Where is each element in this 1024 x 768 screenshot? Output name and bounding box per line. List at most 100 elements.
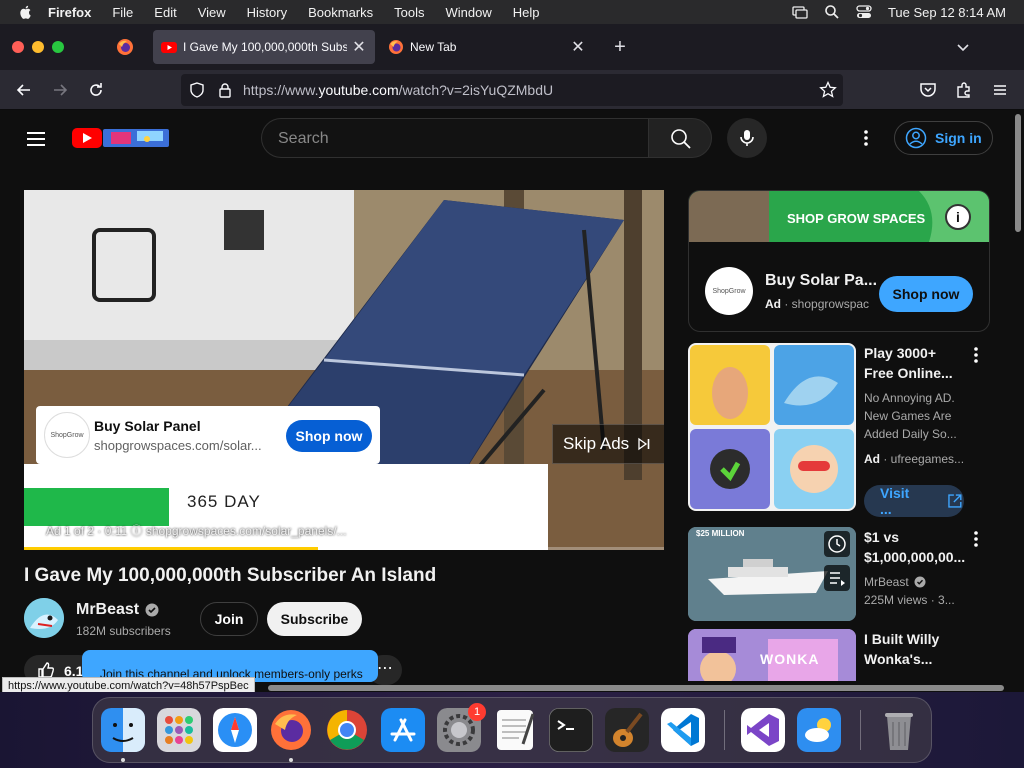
spotlight-search-icon[interactable] <box>824 4 840 20</box>
recommendation-thumbnail[interactable]: $25 MILLION <box>688 527 856 621</box>
pinned-firefox-tab-icon[interactable] <box>116 38 134 56</box>
sidebar-ad-banner-text: SHOP GROW SPACES <box>787 211 926 226</box>
dock-safari-icon[interactable] <box>213 708 257 752</box>
forward-arrow-icon[interactable] <box>50 80 70 100</box>
lock-icon[interactable] <box>217 82 233 98</box>
player-ad-card[interactable]: ShopGrow Buy Solar Panel shopgrowspaces.… <box>36 406 380 464</box>
recommendation-thumbnail[interactable]: WONKA <box>688 629 856 681</box>
dock-running-indicator <box>289 758 293 762</box>
skip-ads-button[interactable]: Skip Ads <box>552 424 664 464</box>
tab-close-icon[interactable]: ✕ <box>566 35 590 59</box>
dock-weather-icon[interactable] <box>797 708 841 752</box>
recommendation-ad-line: Ad · ufreegames... <box>864 450 976 468</box>
dock-terminal-icon[interactable] <box>549 708 593 752</box>
sidebar-ad-banner[interactable]: SHOP GROW SPACES i <box>689 191 989 242</box>
dock-separator <box>724 710 725 750</box>
tab-youtube-video[interactable]: I Gave My 100,000,000th Subsc ✕ <box>153 30 375 64</box>
page-vertical-scrollbar[interactable] <box>1012 110 1024 692</box>
menu-view[interactable]: View <box>198 5 226 20</box>
menu-file[interactable]: File <box>112 5 133 20</box>
system-settings-badge: 1 <box>468 703 486 721</box>
pocket-icon[interactable] <box>918 80 938 100</box>
guide-menu-icon[interactable] <box>24 127 48 151</box>
more-vert-icon[interactable] <box>970 529 982 549</box>
dock-garageband-icon[interactable] <box>605 708 649 752</box>
menu-help[interactable]: Help <box>513 5 540 20</box>
advertiser-logo: ShopGrow <box>705 267 753 315</box>
menu-history[interactable]: History <box>247 5 287 20</box>
sign-in-label: Sign in <box>935 130 982 146</box>
ad-info-icon[interactable]: ⓘ <box>131 524 146 538</box>
back-arrow-icon[interactable] <box>14 80 34 100</box>
recommendation-item-wonka[interactable]: WONKA I Built Willy Wonka's... <box>688 629 988 681</box>
app-menu-hamburger-icon[interactable] <box>990 80 1010 100</box>
extensions-puzzle-icon[interactable] <box>954 80 974 100</box>
recommendation-title[interactable]: I Built Willy Wonka's... <box>864 629 964 669</box>
tab-list-chevron-down-icon[interactable] <box>955 39 971 55</box>
tracking-protection-shield-icon[interactable] <box>189 82 205 98</box>
dock-finder-icon[interactable] <box>101 708 145 752</box>
address-bar[interactable]: https://www.youtube.com/watch?v=2isYuQZM… <box>181 74 843 106</box>
watch-later-clock-icon[interactable] <box>824 531 850 557</box>
window-zoom-button[interactable] <box>52 41 64 53</box>
url-text[interactable]: https://www.youtube.com/watch?v=2isYuQZM… <box>243 82 553 98</box>
recommendation-thumbnail[interactable] <box>688 343 856 511</box>
subscribe-button[interactable]: Subscribe <box>267 602 362 636</box>
ad-progress-bar[interactable] <box>24 547 664 550</box>
dock-vscode-icon[interactable] <box>661 708 705 752</box>
recommendation-title[interactable]: Play 3000+ Free Online... <box>864 343 964 383</box>
join-button[interactable]: Join <box>200 602 258 636</box>
ad-info-circle-icon[interactable]: i <box>945 204 971 230</box>
dock-firefox-icon[interactable] <box>269 708 313 752</box>
ad-shop-now-button[interactable]: Shop now <box>286 420 372 452</box>
reload-icon[interactable] <box>86 80 106 100</box>
youtube-doodle-logo[interactable] <box>103 127 169 149</box>
more-vert-icon[interactable] <box>970 345 982 365</box>
dock-trash-icon[interactable] <box>877 708 921 752</box>
menubar-clock[interactable]: Tue Sep 12 8:14 AM <box>888 5 1006 20</box>
visit-site-button[interactable]: Visit ... <box>864 485 964 517</box>
tab-close-icon[interactable]: ✕ <box>347 35 371 59</box>
recommendation-channel[interactable]: MrBeast <box>864 573 976 591</box>
apple-menu-icon[interactable] <box>18 4 34 20</box>
sidebar-shop-now-button[interactable]: Shop now <box>879 276 973 312</box>
window-minimize-button[interactable] <box>32 41 44 53</box>
search-placeholder: Search <box>278 130 329 147</box>
new-tab-plus-icon[interactable]: + <box>610 37 630 57</box>
ad-domain: · ufreegames... <box>883 452 965 466</box>
ad-info-url[interactable]: shopgrowspaces.com/solar_panels/... <box>146 524 347 538</box>
dock-launchpad-icon[interactable] <box>157 708 201 752</box>
settings-more-vert-icon[interactable] <box>856 128 876 148</box>
control-center-icon[interactable] <box>856 4 872 20</box>
bookmark-star-icon[interactable] <box>819 81 837 99</box>
channel-name-label: MrBeast <box>76 601 140 618</box>
channel-avatar-image <box>24 598 64 638</box>
vertical-scrollbar-thumb[interactable] <box>1015 114 1021 232</box>
visit-label: Visit ... <box>880 485 910 517</box>
dock-visual-studio-icon[interactable] <box>741 708 785 752</box>
sign-in-button[interactable]: Sign in <box>894 121 993 155</box>
dock-textedit-icon[interactable] <box>493 708 537 752</box>
recommendation-title[interactable]: $1 vs $1,000,000,00... <box>864 527 965 567</box>
window-close-button[interactable] <box>12 41 24 53</box>
search-button[interactable] <box>648 118 712 158</box>
search-input[interactable]: Search <box>261 118 649 158</box>
dock-chrome-icon[interactable] <box>325 708 369 752</box>
add-to-queue-icon[interactable] <box>824 565 850 591</box>
voice-search-button[interactable] <box>727 118 767 158</box>
tab-new-tab[interactable]: New Tab ✕ <box>380 30 594 64</box>
sidebar-ad-card[interactable]: SHOP GROW SPACES i ShopGrow Buy Solar Pa… <box>688 190 990 332</box>
recommendation-item-yacht[interactable]: $25 MILLION $1 vs $1,000,000,00... MrBea… <box>688 527 988 622</box>
horizontal-scrollbar-thumb[interactable] <box>268 685 1004 691</box>
channel-avatar[interactable] <box>24 598 64 638</box>
screen-mirroring-icon[interactable] <box>792 4 808 20</box>
ad-label: Ad <box>864 452 880 466</box>
menu-tools[interactable]: Tools <box>394 5 424 20</box>
dock-app-store-icon[interactable] <box>381 708 425 752</box>
menu-edit[interactable]: Edit <box>154 5 176 20</box>
menu-bookmarks[interactable]: Bookmarks <box>308 5 373 20</box>
channel-name[interactable]: MrBeast <box>76 601 159 619</box>
menu-app-name[interactable]: Firefox <box>48 5 91 20</box>
youtube-logo-icon[interactable] <box>72 128 102 148</box>
menu-window[interactable]: Window <box>446 5 492 20</box>
